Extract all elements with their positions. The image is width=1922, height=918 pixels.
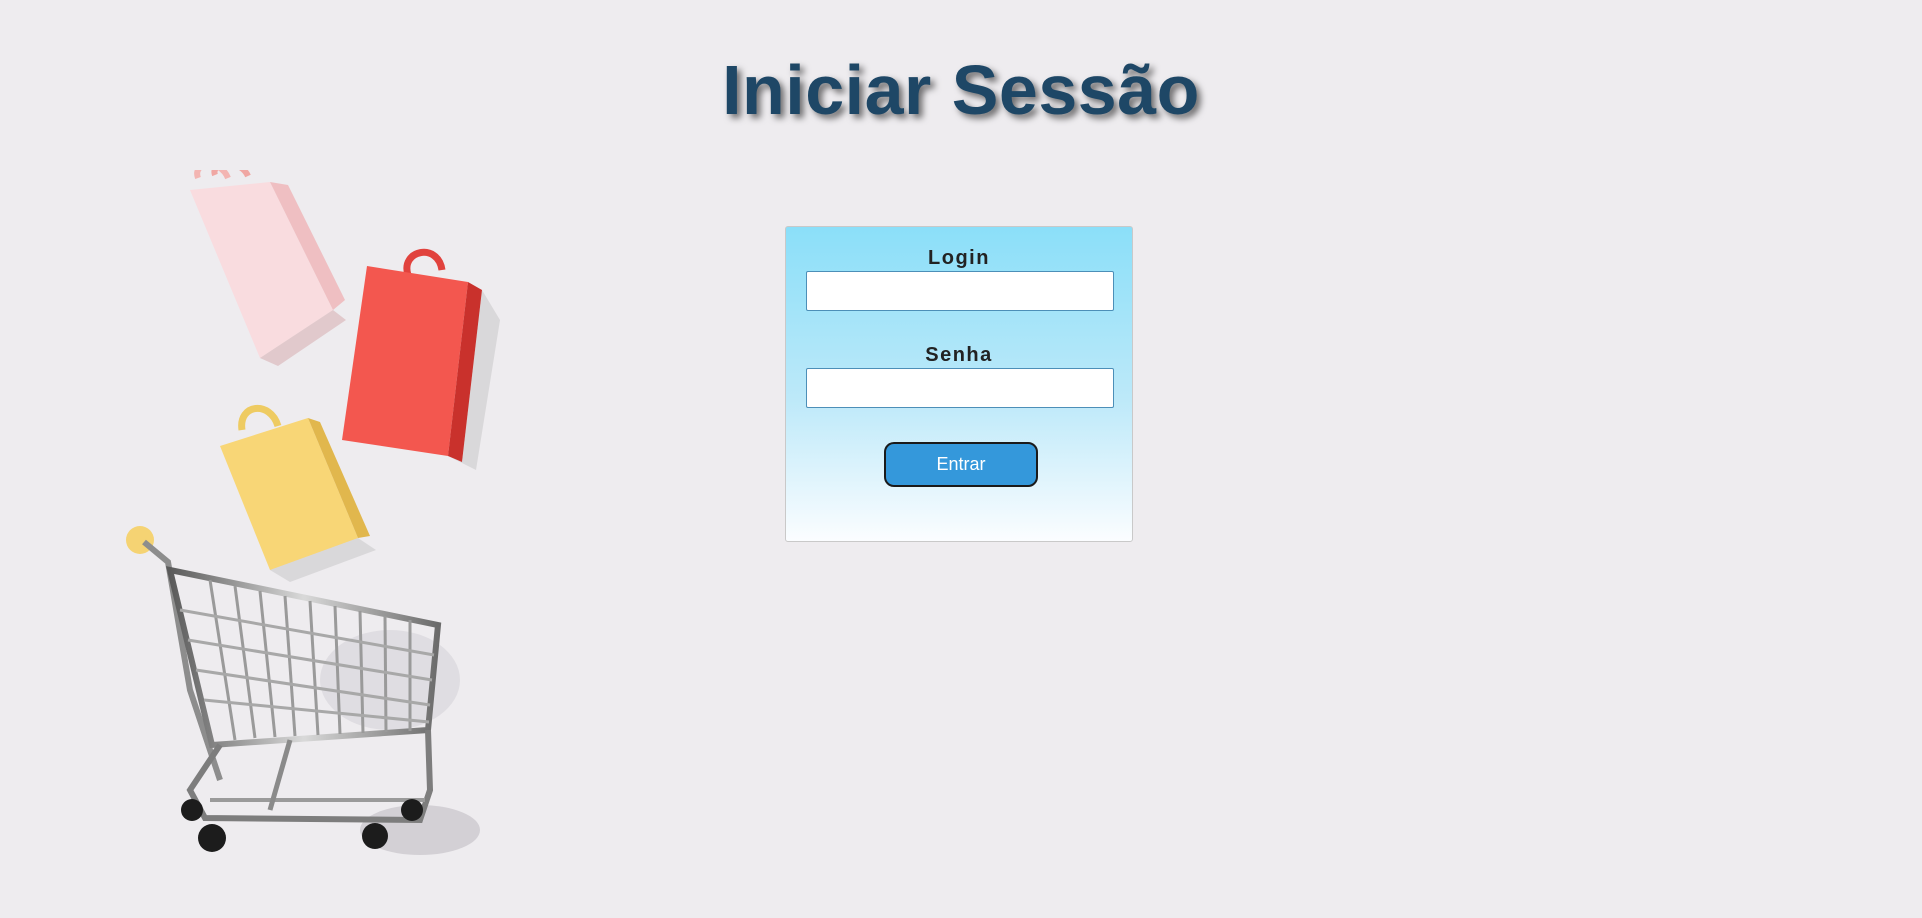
login-page: Iniciar Sessão Login Senha Entrar <box>0 0 1922 918</box>
login-input[interactable] <box>806 271 1114 311</box>
red-shopping-bag-icon <box>342 248 500 470</box>
senha-input[interactable] <box>806 368 1114 408</box>
login-form: Login Senha Entrar <box>785 226 1133 542</box>
pink-shopping-bag-icon <box>190 170 346 366</box>
page-title: Iniciar Sessão <box>722 51 1200 129</box>
senha-label: Senha <box>925 344 993 366</box>
shopping-cart-illustration <box>126 170 500 855</box>
entrar-button[interactable]: Entrar <box>884 442 1038 487</box>
login-label: Login <box>928 247 990 269</box>
